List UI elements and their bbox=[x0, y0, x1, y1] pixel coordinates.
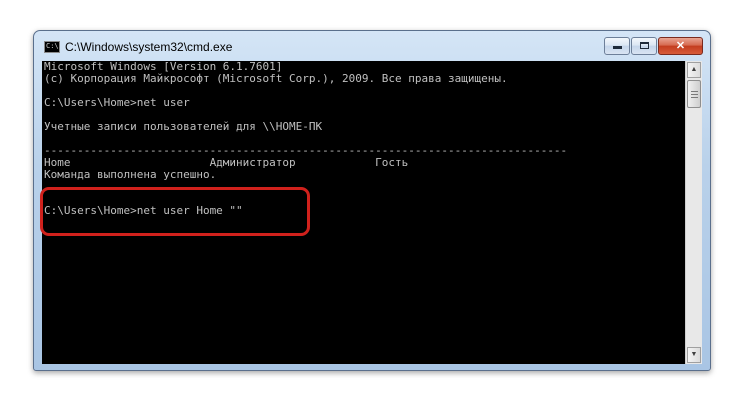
command-highlight-box bbox=[40, 187, 310, 236]
grip-line bbox=[691, 97, 698, 98]
close-icon: ✕ bbox=[675, 40, 686, 52]
console-line: (c) Корпорация Майкрософт (Microsoft Cor… bbox=[44, 72, 508, 85]
minimize-button[interactable] bbox=[604, 37, 630, 55]
console-line: Учетные записи пользователей для \\HOME-… bbox=[44, 120, 323, 133]
vertical-scrollbar[interactable]: ▲ ▼ bbox=[685, 61, 702, 364]
console-line: Команда выполнена успешно. bbox=[44, 168, 217, 181]
window-title: C:\Windows\system32\cmd.exe bbox=[65, 40, 233, 54]
maximize-icon bbox=[639, 42, 649, 49]
scroll-up-button[interactable]: ▲ bbox=[687, 62, 701, 78]
grip-line bbox=[691, 94, 698, 95]
minimize-icon bbox=[612, 46, 622, 49]
title-bar[interactable]: C:\ C:\Windows\system32\cmd.exe ✕ bbox=[34, 31, 710, 61]
arrow-down-icon: ▼ bbox=[690, 351, 698, 358]
scroll-down-button[interactable]: ▼ bbox=[687, 347, 701, 363]
grip-line bbox=[691, 91, 698, 92]
maximize-button[interactable] bbox=[631, 37, 657, 55]
scroll-thumb[interactable] bbox=[687, 80, 701, 108]
cmd-app-icon[interactable]: C:\ bbox=[44, 41, 60, 53]
arrow-up-icon: ▲ bbox=[690, 66, 698, 73]
console-line: C:\Users\Home>net user bbox=[44, 96, 190, 109]
close-button[interactable]: ✕ bbox=[658, 37, 703, 55]
